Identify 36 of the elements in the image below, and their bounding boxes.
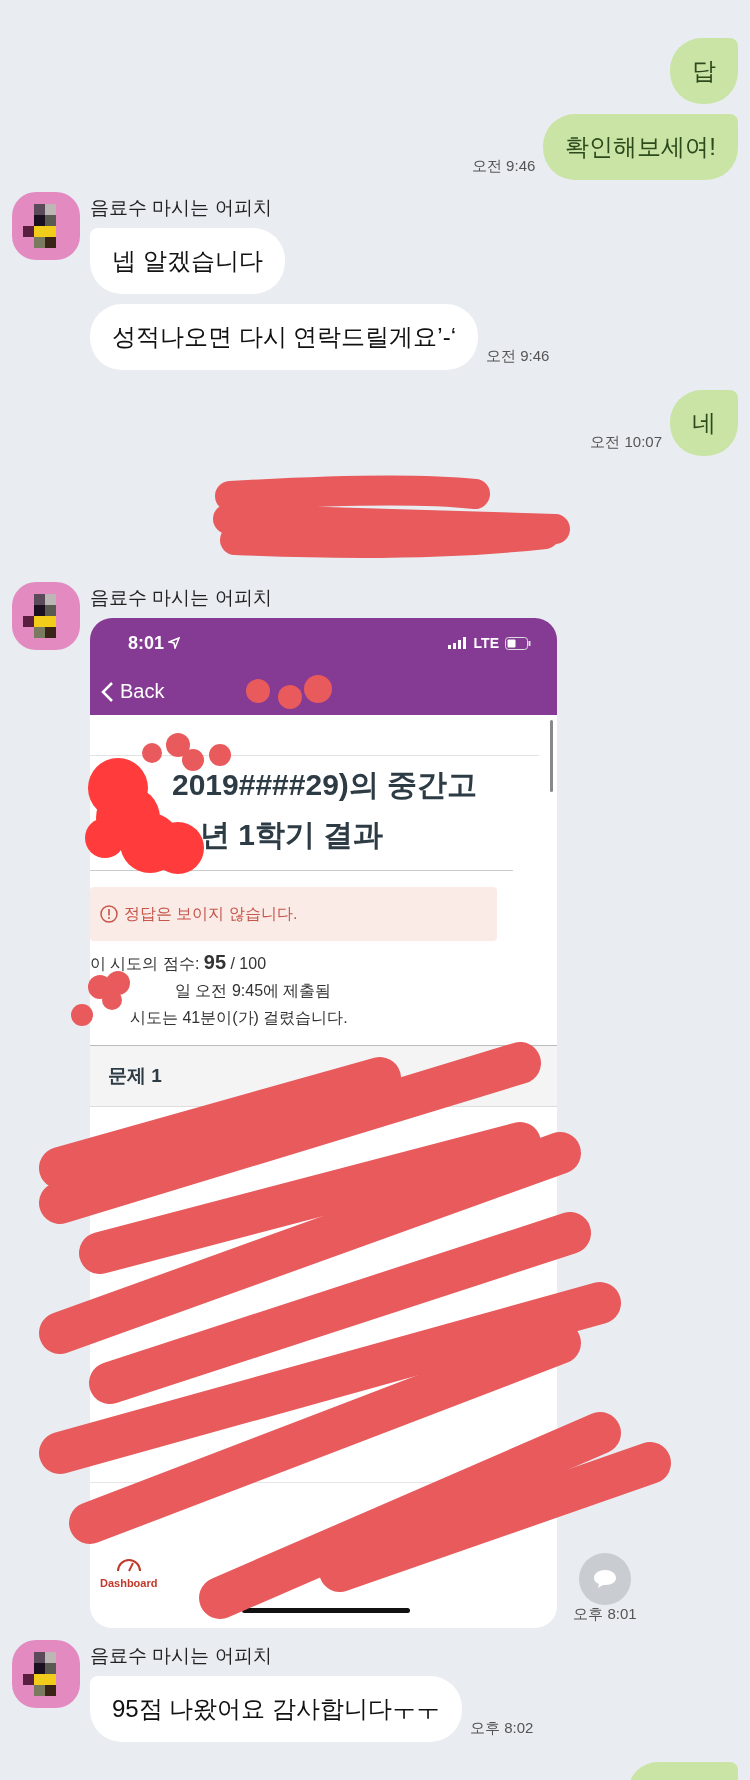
attempt-detail: 시도는 41분이(가) 걸렸습니다. [129, 1008, 349, 1028]
speech-bubble-icon [593, 1568, 617, 1590]
message-time: 오후 8:02 [470, 1719, 534, 1738]
avatar[interactable] [12, 192, 80, 260]
signal-icon [447, 637, 468, 649]
scrollbar [550, 720, 553, 792]
message-bubble: 답 [670, 38, 738, 104]
message-time: 오전 10:07 [590, 433, 662, 452]
notice-text: 정답은 보이지 않습니다. [124, 903, 298, 924]
attempt-detail: 일 오전 9:45에 제출됨 [174, 981, 333, 1001]
sender-name: 음료수 마시는 어피치 [90, 586, 273, 610]
message-bubble: 성적나오면 다시 연락드릴게요’-‘ [90, 304, 478, 370]
chevron-icon [100, 680, 114, 703]
status-time: 8:01 [128, 632, 165, 654]
message-bubble: 95점 나왔어요 감사합니다ㅜㅜ [90, 1676, 463, 1742]
location-icon [168, 637, 181, 649]
message-time: 오전 9:46 [486, 347, 550, 366]
avatar[interactable] [12, 1640, 80, 1708]
avatar[interactable] [12, 582, 80, 650]
message-time: 오전 9:46 [471, 157, 536, 176]
battery-icon [505, 636, 531, 650]
attempt-detail: 이 시도의 점수: 95 / 100 [90, 950, 268, 975]
question-title: 문제 1 [108, 1064, 162, 1088]
message-bubble: 넵 알겠습니다 [90, 228, 285, 294]
sender-name: 음료수 마시는 어피치 [90, 1644, 273, 1668]
message-time: 오후 8:01 [573, 1605, 637, 1624]
network-label: LTE [473, 635, 499, 651]
alert-icon [100, 905, 118, 923]
message-bubble: 확인해보세여! [543, 114, 738, 180]
tab-item[interactable]: Dashboard [100, 1553, 158, 1589]
message-bubble: 네 [670, 390, 738, 456]
result-title: 2019####29)의 중간고 [171, 767, 479, 803]
sender-name: 음료수 마시는 어피치 [90, 196, 273, 220]
result-title: 년 1학기 결과 [199, 817, 385, 853]
redaction-dots [71, 971, 130, 1026]
back-button[interactable]: Back [100, 680, 165, 703]
